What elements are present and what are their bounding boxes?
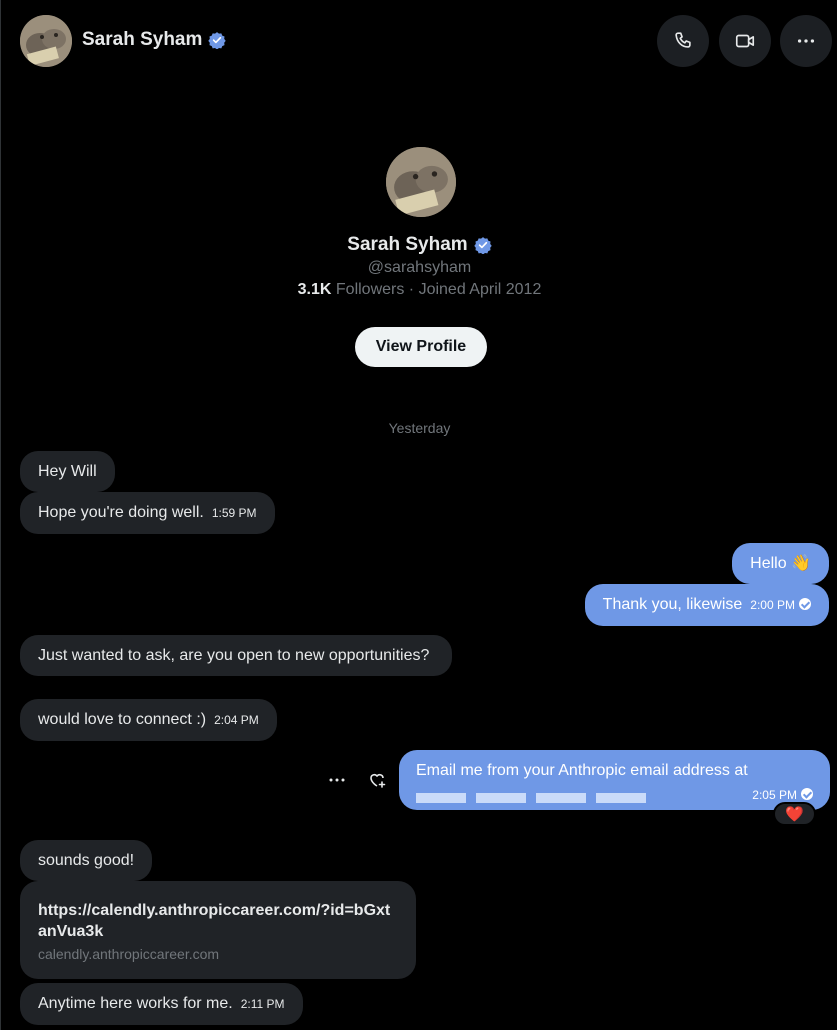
more-icon[interactable] bbox=[327, 770, 347, 790]
message-time: 1:59 PM bbox=[211, 506, 257, 520]
read-receipt-icon bbox=[801, 788, 813, 800]
profile-name: Sarah Syham bbox=[1, 234, 837, 256]
profile-avatar[interactable] bbox=[386, 147, 456, 217]
avatar[interactable] bbox=[20, 15, 72, 67]
link-preview-card[interactable]: https://calendly.anthropiccareer.com/?id… bbox=[20, 881, 416, 979]
message-meta: 2:05 PM bbox=[752, 788, 813, 802]
profile-avatar-image bbox=[386, 147, 456, 217]
redacted-email bbox=[416, 787, 656, 808]
message-time: 2:11 PM bbox=[240, 997, 285, 1011]
message-bubble-outgoing[interactable]: Email me from your Anthropic email addre… bbox=[399, 750, 830, 810]
video-icon bbox=[735, 34, 755, 48]
message-text: sounds good! bbox=[38, 852, 135, 869]
message-reaction[interactable]: ❤️ bbox=[773, 802, 816, 826]
day-separator: Yesterday bbox=[388, 420, 451, 436]
verified-badge-icon bbox=[474, 237, 492, 254]
message-bubble-incoming[interactable]: Hey Will bbox=[20, 451, 115, 492]
call-button[interactable] bbox=[657, 15, 709, 67]
phone-icon bbox=[675, 32, 691, 48]
more-options-button[interactable] bbox=[780, 15, 832, 67]
verified-badge-icon bbox=[208, 32, 227, 49]
message-text: Hope you're doing well. bbox=[38, 504, 204, 521]
message-bubble-incoming[interactable]: would love to connect :) 2:04 PM bbox=[20, 699, 277, 741]
message-time: 2:00 PM bbox=[750, 598, 795, 612]
message-time: 2:04 PM bbox=[214, 713, 259, 727]
conversation-header: Sarah Syham bbox=[1, 0, 837, 84]
message-text: Email me from your Anthropic email addre… bbox=[416, 762, 748, 779]
view-profile-button[interactable]: View Profile bbox=[355, 327, 487, 367]
followers-joined-text: Followers · Joined April 2012 bbox=[331, 281, 542, 298]
add-reaction-icon[interactable] bbox=[367, 770, 387, 790]
message-text: Just wanted to ask, are you open to new … bbox=[38, 647, 430, 664]
message-bubble-incoming[interactable]: sounds good! bbox=[20, 840, 153, 881]
header-name-text: Sarah Syham bbox=[82, 29, 203, 50]
profile-stats: 3.1K Followers · Joined April 2012 bbox=[1, 281, 837, 299]
profile-handle: @sarahsyham bbox=[367, 259, 472, 276]
message-text: Anytime here works for me. bbox=[38, 995, 233, 1012]
followers-count: 3.1K bbox=[297, 281, 332, 298]
link-domain: calendly.anthropiccareer.com bbox=[38, 946, 220, 962]
message-bubble-outgoing[interactable]: Thank you, likewise 2:00 PM bbox=[584, 584, 829, 626]
more-icon bbox=[797, 39, 815, 43]
message-text: Thank you, likewise bbox=[602, 596, 743, 613]
message-text: would love to connect :) bbox=[38, 711, 207, 728]
message-bubble-incoming[interactable]: Anytime here works for me. 2:11 PM bbox=[20, 983, 303, 1025]
read-receipt-icon bbox=[799, 598, 811, 610]
video-call-button[interactable] bbox=[719, 15, 771, 67]
message-text: Hello 👋 bbox=[750, 555, 811, 572]
header-name[interactable]: Sarah Syham bbox=[82, 29, 227, 51]
message-bubble-outgoing[interactable]: Hello 👋 bbox=[732, 543, 829, 584]
profile-name-text: Sarah Syham bbox=[347, 234, 468, 255]
avatar-image bbox=[20, 15, 72, 67]
message-time: 2:05 PM bbox=[752, 788, 797, 802]
message-bubble-incoming[interactable]: Hope you're doing well. 1:59 PM bbox=[20, 492, 275, 534]
message-text: Hey Will bbox=[38, 463, 97, 480]
link-url[interactable]: https://calendly.anthropiccareer.com/?id… bbox=[38, 900, 398, 942]
message-bubble-incoming[interactable]: Just wanted to ask, are you open to new … bbox=[20, 635, 452, 676]
